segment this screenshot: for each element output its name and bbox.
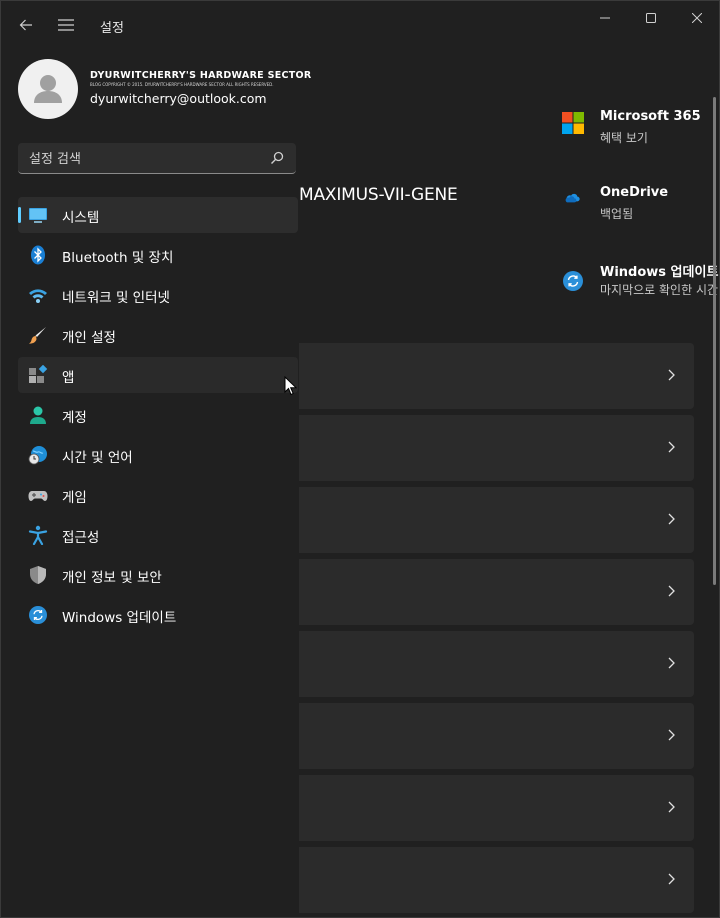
- quick-card-title: Microsoft 365: [600, 109, 701, 124]
- setting-row[interactable]: [287, 775, 694, 841]
- setting-row[interactable]: [287, 847, 694, 913]
- nav-item-label: 네트워크 및 인터넷: [62, 290, 170, 306]
- nav-item-label: 앱: [62, 370, 75, 386]
- chevron-right-icon: [668, 513, 675, 525]
- quick-card-onedrive[interactable]: OneDrive 백업됨: [561, 185, 719, 231]
- brush-icon: [29, 327, 46, 344]
- nav-item-personalization[interactable]: 개인 설정: [18, 317, 298, 353]
- scrollbar-thumb[interactable]: [713, 97, 716, 585]
- navigation-pane: DYURWITCHERRY'S HARDWARE SECTOR BLOG COP…: [1, 49, 311, 917]
- nav-item-network[interactable]: 네트워크 및 인터넷: [18, 277, 298, 313]
- selection-indicator: [18, 207, 21, 223]
- nav-item-label: 개인 설정: [62, 330, 116, 346]
- setting-row[interactable]: [287, 343, 694, 409]
- title-bar: 설정: [1, 1, 719, 49]
- nav-item-label: 시스템: [62, 210, 100, 226]
- chevron-right-icon: [668, 873, 675, 885]
- chevron-right-icon: [668, 801, 675, 813]
- search-input[interactable]: [18, 143, 271, 175]
- nav-item-label: Bluetooth 및 장치: [62, 250, 174, 266]
- quick-card-subtitle: 마지막으로 확인한 시간: [600, 283, 719, 297]
- nav-item-label: Windows 업데이트: [62, 610, 177, 626]
- microsoft-logo-icon: [562, 112, 584, 134]
- user-profile[interactable]: DYURWITCHERRY'S HARDWARE SECTOR BLOG COP…: [18, 59, 311, 119]
- bluetooth-icon: [31, 245, 45, 265]
- profile-email: dyurwitcherry@outlook.com: [90, 91, 267, 106]
- setting-row[interactable]: [287, 703, 694, 769]
- accessibility-icon: [28, 525, 48, 545]
- nav-item-accounts[interactable]: 계정: [18, 397, 298, 433]
- chevron-right-icon: [668, 441, 675, 453]
- maximize-icon: [646, 13, 656, 23]
- quick-card-windows-update[interactable]: Windows 업데이트 마지막으로 확인한 시간: [561, 261, 719, 307]
- close-icon: [692, 13, 702, 23]
- search-box[interactable]: [18, 143, 296, 175]
- nav-item-system[interactable]: 시스템: [18, 197, 298, 233]
- gamepad-icon: [28, 491, 48, 501]
- quick-card-title: Windows 업데이트: [600, 265, 719, 280]
- maximize-button[interactable]: [628, 1, 674, 35]
- search-icon[interactable]: [270, 151, 284, 165]
- minimize-icon: [600, 17, 610, 19]
- back-arrow-icon: [19, 19, 32, 31]
- nav-item-time-language[interactable]: 시간 및 언어: [18, 437, 298, 473]
- chevron-right-icon: [668, 585, 675, 597]
- update-icon: [563, 271, 583, 291]
- shield-icon: [30, 566, 46, 584]
- quick-card-microsoft365[interactable]: Microsoft 365 혜택 보기: [561, 109, 719, 155]
- quick-card-subtitle: 백업됨: [600, 207, 634, 221]
- nav-item-accessibility[interactable]: 접근성: [18, 517, 298, 553]
- menu-button[interactable]: [52, 11, 80, 39]
- setting-row[interactable]: [287, 415, 694, 481]
- nav-list: 시스템 Bluetooth 및 장치 네트워크 및 인터넷 개인 설정 앱 계정…: [18, 197, 298, 637]
- monitor-icon: [29, 208, 47, 223]
- back-button[interactable]: [12, 11, 40, 39]
- nav-item-label: 개인 정보 및 보안: [62, 570, 162, 586]
- setting-row[interactable]: [287, 631, 694, 697]
- person-icon: [30, 406, 46, 424]
- setting-row[interactable]: [287, 559, 694, 625]
- hamburger-icon: [58, 19, 74, 31]
- settings-window: 설정 MAXIMUS-VII-GENE Microsoft 365 혜택 보기 …: [0, 0, 720, 918]
- quick-card-subtitle: 혜택 보기: [600, 131, 648, 145]
- globe-clock-icon: [28, 446, 47, 465]
- nav-item-label: 게임: [62, 490, 87, 506]
- nav-item-label: 접근성: [62, 530, 100, 546]
- chevron-right-icon: [668, 369, 675, 381]
- chevron-right-icon: [668, 657, 675, 669]
- device-name: MAXIMUS-VII-GENE: [299, 185, 458, 205]
- nav-item-windows-update[interactable]: Windows 업데이트: [18, 597, 298, 633]
- window-title: 설정: [100, 21, 124, 36]
- update-icon: [29, 606, 47, 624]
- setting-row[interactable]: [287, 487, 694, 553]
- close-button[interactable]: [674, 1, 719, 35]
- chevron-right-icon: [668, 729, 675, 741]
- mouse-cursor-icon: [284, 376, 298, 396]
- profile-brand-name: DYURWITCHERRY'S HARDWARE SECTOR: [90, 70, 312, 81]
- nav-item-bluetooth[interactable]: Bluetooth 및 장치: [18, 237, 298, 273]
- nav-item-apps[interactable]: 앱: [18, 357, 298, 393]
- onedrive-cloud-icon: [565, 193, 580, 203]
- nav-item-gaming[interactable]: 게임: [18, 477, 298, 513]
- person-silhouette-icon: [34, 75, 62, 103]
- quick-card-title: OneDrive: [600, 185, 669, 200]
- nav-item-label: 계정: [62, 410, 87, 426]
- wifi-icon: [29, 289, 47, 303]
- profile-copyright: BLOG COPYRIGHT © 2015. DYURWITCHERRY'S H…: [90, 82, 274, 87]
- minimize-button[interactable]: [582, 1, 628, 35]
- avatar: [18, 59, 78, 119]
- apps-icon: [29, 365, 48, 383]
- nav-item-privacy-security[interactable]: 개인 정보 및 보안: [18, 557, 298, 593]
- nav-item-label: 시간 및 언어: [62, 450, 133, 466]
